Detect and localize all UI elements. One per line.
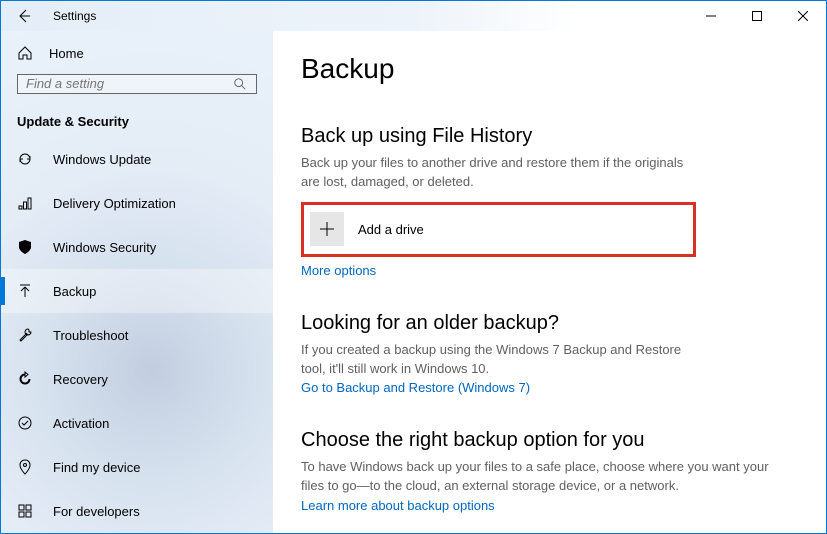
sidebar-item-find-my-device[interactable]: Find my device	[1, 445, 273, 489]
more-options-link[interactable]: More options	[301, 263, 376, 278]
sidebar-item-label: Recovery	[53, 372, 108, 387]
nav-list: Windows Update Delivery Optimization Win…	[1, 137, 273, 533]
window-controls	[688, 1, 826, 31]
minimize-icon	[703, 8, 719, 24]
close-button[interactable]	[780, 1, 826, 31]
maximize-icon	[749, 8, 765, 24]
backup-icon	[17, 283, 33, 299]
sync-icon	[17, 151, 33, 167]
sidebar-item-label: Activation	[53, 416, 109, 431]
plus-icon	[319, 221, 335, 237]
sidebar-item-label: Backup	[53, 284, 96, 299]
wrench-icon	[17, 327, 33, 343]
home-label: Home	[49, 46, 84, 61]
sidebar: Home Update & Security Windows Update De…	[1, 31, 273, 533]
sidebar-item-label: For developers	[53, 504, 140, 519]
home-icon	[17, 45, 33, 61]
add-drive-label: Add a drive	[358, 222, 424, 237]
body: Home Update & Security Windows Update De…	[1, 31, 826, 533]
search-box[interactable]	[17, 74, 257, 94]
older-backup-section: Looking for an older backup? If you crea…	[301, 312, 798, 396]
file-history-section: Back up using File History Back up your …	[301, 125, 798, 278]
content-area: Backup Back up using File History Back u…	[273, 31, 826, 533]
choose-option-section: Choose the right backup option for you T…	[301, 429, 798, 513]
section-description: Back up your files to another drive and …	[301, 154, 701, 192]
sidebar-item-label: Find my device	[53, 460, 140, 475]
developers-icon	[17, 503, 33, 519]
arrow-left-icon	[16, 8, 32, 24]
sidebar-item-windows-update[interactable]: Windows Update	[1, 137, 273, 181]
sidebar-item-recovery[interactable]: Recovery	[1, 357, 273, 401]
maximize-button[interactable]	[734, 1, 780, 31]
shield-icon	[17, 239, 33, 255]
check-circle-icon	[17, 415, 33, 431]
sidebar-item-for-developers[interactable]: For developers	[1, 489, 273, 533]
sidebar-item-troubleshoot[interactable]: Troubleshoot	[1, 313, 273, 357]
sidebar-item-activation[interactable]: Activation	[1, 401, 273, 445]
learn-more-link[interactable]: Learn more about backup options	[301, 498, 495, 513]
add-drive-button[interactable]: Add a drive	[306, 207, 691, 252]
category-label: Update & Security	[1, 104, 273, 137]
sidebar-item-label: Troubleshoot	[53, 328, 128, 343]
home-button[interactable]: Home	[1, 41, 273, 66]
backup-restore-link[interactable]: Go to Backup and Restore (Windows 7)	[301, 380, 530, 395]
page-title: Backup	[301, 53, 798, 85]
section-description: If you created a backup using the Window…	[301, 341, 701, 379]
recovery-icon	[17, 371, 33, 387]
highlight-box: Add a drive	[301, 202, 696, 257]
optimization-icon	[17, 195, 33, 211]
sidebar-item-delivery-optimization[interactable]: Delivery Optimization	[1, 181, 273, 225]
section-title: Back up using File History	[301, 125, 798, 148]
sidebar-item-windows-security[interactable]: Windows Security	[1, 225, 273, 269]
sidebar-item-label: Windows Security	[53, 240, 156, 255]
search-input[interactable]	[26, 76, 232, 91]
sidebar-item-backup[interactable]: Backup	[1, 269, 273, 313]
sidebar-item-label: Delivery Optimization	[53, 196, 176, 211]
window-title: Settings	[53, 9, 96, 23]
back-button[interactable]	[1, 1, 47, 31]
minimize-button[interactable]	[688, 1, 734, 31]
section-title: Looking for an older backup?	[301, 312, 798, 335]
plus-tile	[310, 212, 344, 246]
close-icon	[795, 8, 811, 24]
sidebar-item-label: Windows Update	[53, 152, 151, 167]
titlebar: Settings	[1, 1, 826, 31]
section-title: Choose the right backup option for you	[301, 429, 798, 452]
location-icon	[17, 459, 33, 475]
settings-window: Settings Home	[0, 0, 827, 534]
search-icon	[232, 76, 248, 92]
section-description: To have Windows back up your files to a …	[301, 458, 781, 496]
